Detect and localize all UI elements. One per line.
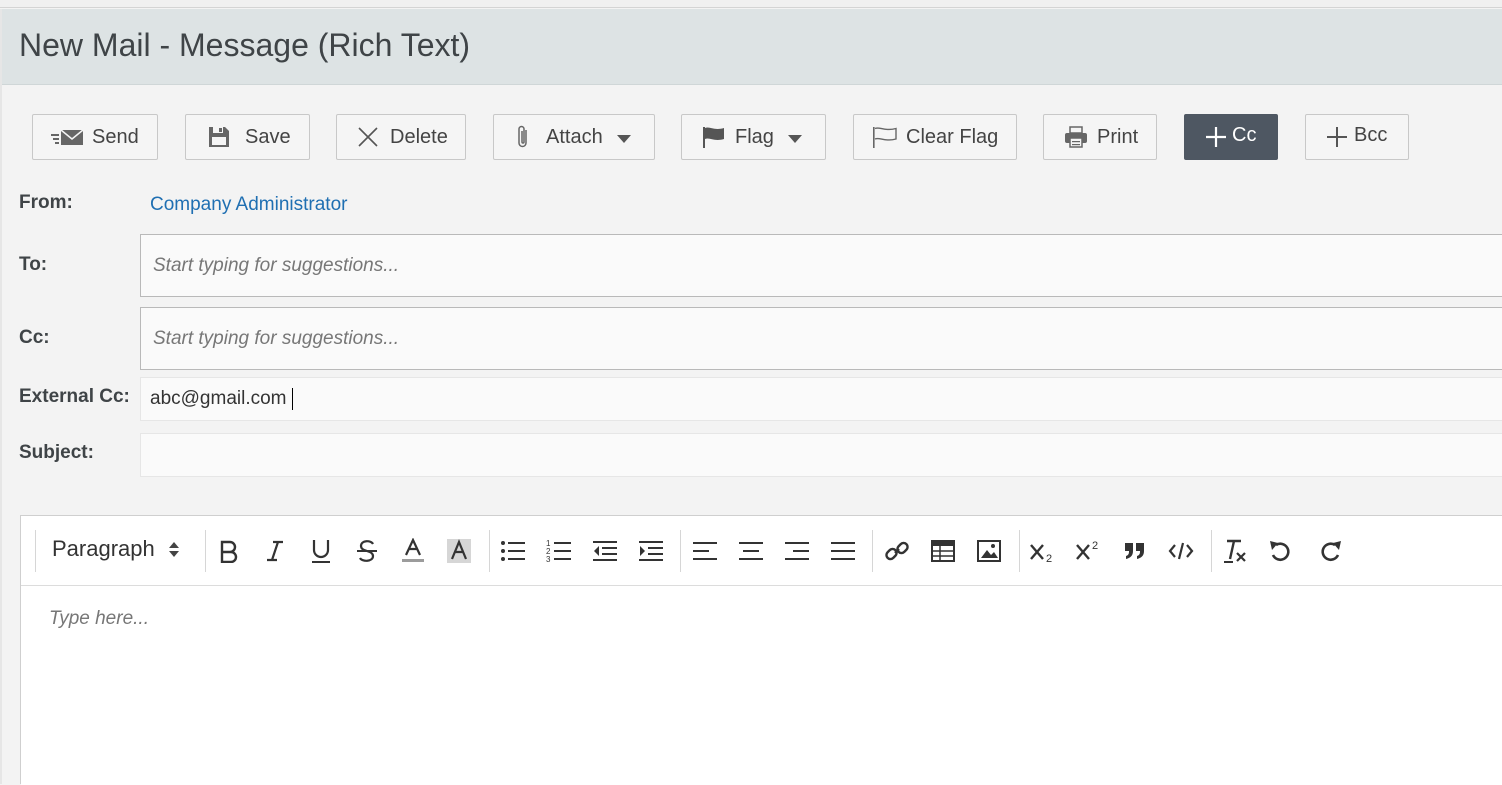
from-label: From:: [19, 192, 73, 213]
title-bar: New Mail - Message (Rich Text): [2, 9, 1502, 85]
align-right-icon[interactable]: [780, 534, 814, 568]
add-bcc-button[interactable]: Bcc: [1305, 114, 1409, 160]
image-icon[interactable]: [972, 534, 1006, 568]
send-icon: [51, 127, 85, 147]
flag-label: Flag: [735, 125, 774, 148]
attach-button[interactable]: Attach: [493, 114, 655, 160]
plus-icon: [1326, 126, 1348, 148]
justify-icon[interactable]: [826, 534, 860, 568]
underline-icon[interactable]: [304, 534, 338, 568]
subscript-icon[interactable]: 2: [1026, 534, 1060, 568]
clear-flag-button[interactable]: Clear Flag: [853, 114, 1017, 160]
cc-input[interactable]: [140, 307, 1502, 370]
send-label: Send: [92, 125, 139, 148]
add-cc-button[interactable]: Cc: [1184, 114, 1278, 160]
undo-icon[interactable]: [1264, 534, 1298, 568]
add-bcc-label: Bcc: [1354, 123, 1388, 146]
block-format-label: Paragraph: [52, 536, 155, 561]
text-color-icon[interactable]: [396, 534, 430, 568]
block-format-select[interactable]: Paragraph: [52, 536, 179, 562]
outdent-icon[interactable]: [588, 534, 622, 568]
table-icon[interactable]: [926, 534, 960, 568]
toolbar-separator: [205, 530, 206, 572]
toolbar-separator: [1019, 530, 1020, 572]
numbered-list-icon[interactable]: 123: [542, 534, 576, 568]
cc-label: Cc:: [19, 327, 50, 348]
toolbar-separator: [872, 530, 873, 572]
external-cc-label: External Cc:: [19, 386, 130, 407]
superscript-icon[interactable]: 2: [1072, 534, 1106, 568]
indent-icon[interactable]: [634, 534, 668, 568]
code-icon[interactable]: [1164, 534, 1198, 568]
toolbar-separator: [35, 530, 36, 572]
attach-label: Attach: [546, 125, 603, 148]
text-cursor: [292, 388, 293, 410]
flag-icon: [702, 126, 726, 148]
printer-icon: [1064, 126, 1088, 148]
clear-format-icon[interactable]: [1218, 534, 1252, 568]
close-icon: [357, 126, 379, 148]
svg-text:2: 2: [1046, 553, 1052, 563]
plus-icon: [1205, 126, 1227, 148]
flag-outline-icon: [872, 126, 898, 148]
updown-arrows-icon: [168, 541, 179, 557]
send-button[interactable]: Send: [32, 114, 158, 160]
window-title: New Mail - Message (Rich Text): [19, 27, 471, 63]
toolbar-separator: [1211, 530, 1212, 572]
align-left-icon[interactable]: [688, 534, 722, 568]
add-cc-label: Cc: [1232, 123, 1257, 146]
paperclip-icon: [516, 124, 530, 150]
subject-label: Subject:: [19, 442, 94, 463]
from-value[interactable]: Company Administrator: [150, 194, 347, 216]
align-center-icon[interactable]: [734, 534, 768, 568]
flag-button[interactable]: Flag: [681, 114, 826, 160]
redo-icon[interactable]: [1313, 534, 1347, 568]
message-body-input[interactable]: [21, 586, 1502, 785]
print-label: Print: [1097, 125, 1139, 148]
subject-input[interactable]: [140, 433, 1502, 477]
delete-label: Delete: [390, 125, 448, 148]
bullet-list-icon[interactable]: [496, 534, 530, 568]
blockquote-icon[interactable]: [1118, 534, 1152, 568]
save-label: Save: [245, 125, 291, 148]
delete-button[interactable]: Delete: [336, 114, 466, 160]
window-left-edge: [0, 9, 2, 784]
chevron-down-icon: [616, 134, 631, 143]
save-button[interactable]: Save: [185, 114, 310, 160]
toolbar-separator: [680, 530, 681, 572]
clear-flag-label: Clear Flag: [906, 125, 999, 148]
external-cc-input[interactable]: [140, 377, 1502, 421]
svg-text:2: 2: [1092, 540, 1098, 552]
to-label: To:: [19, 254, 48, 275]
to-input[interactable]: [140, 234, 1502, 297]
italic-icon[interactable]: [258, 534, 292, 568]
window-top-edge: [0, 0, 1502, 8]
rich-text-editor: Paragraph 123 2 2 Type here...: [20, 515, 1502, 785]
chevron-down-icon: [787, 134, 802, 143]
bold-icon[interactable]: [212, 534, 246, 568]
link-icon[interactable]: [880, 534, 914, 568]
svg-text:3: 3: [546, 555, 551, 563]
highlight-color-icon[interactable]: [442, 534, 476, 568]
editor-toolbar: Paragraph 123 2 2: [21, 516, 1502, 586]
strikethrough-icon[interactable]: [350, 534, 384, 568]
print-button[interactable]: Print: [1043, 114, 1157, 160]
toolbar-separator: [489, 530, 490, 572]
save-icon: [208, 126, 230, 148]
